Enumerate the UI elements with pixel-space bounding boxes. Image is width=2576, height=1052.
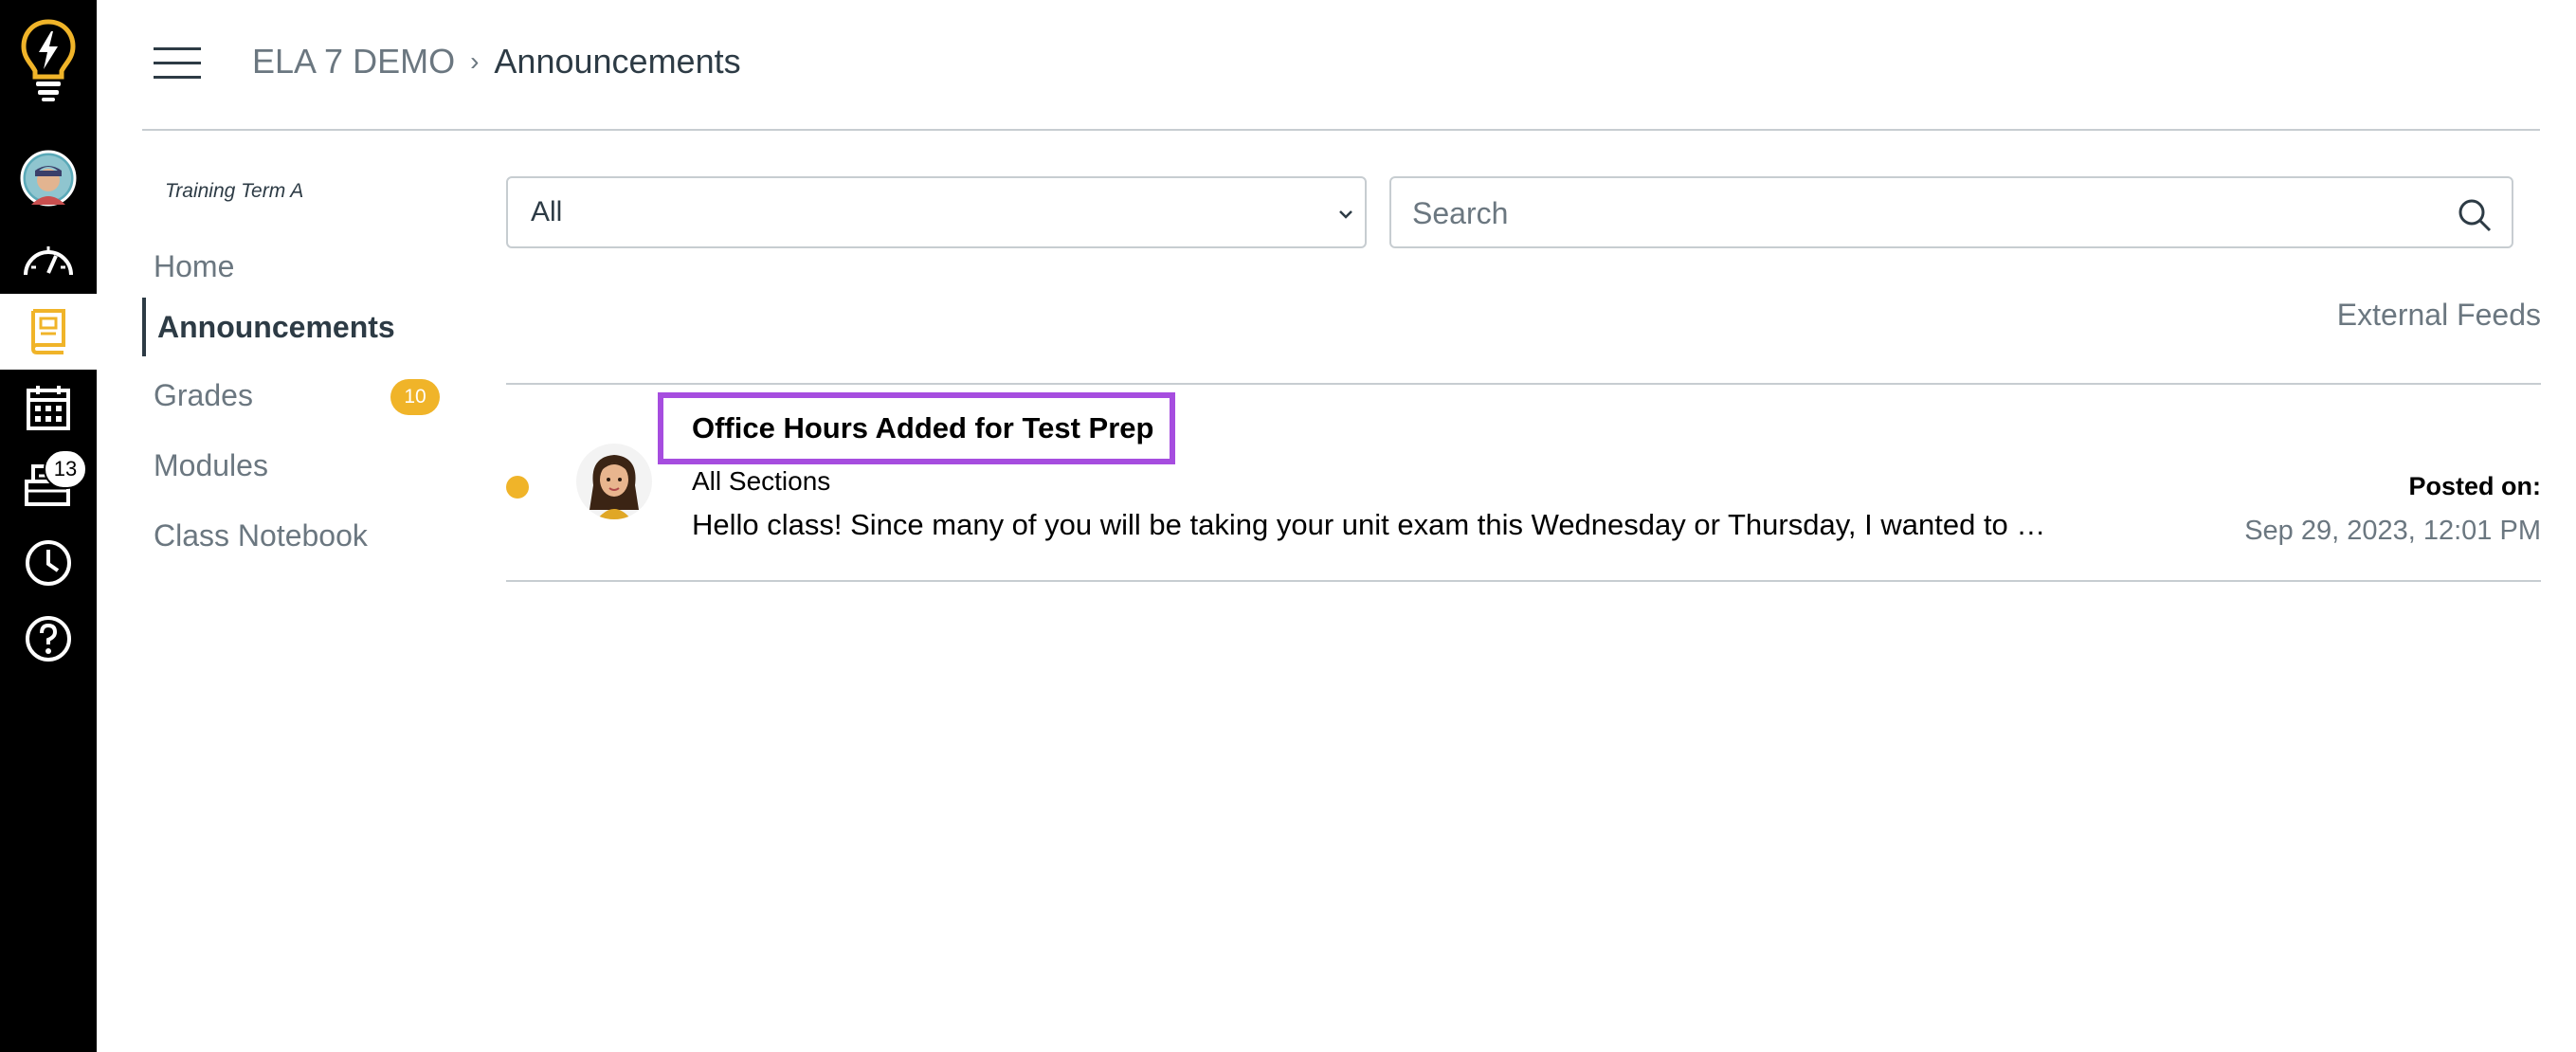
- chevron-down-icon: [1334, 201, 1357, 233]
- breadcrumb-course-link[interactable]: ELA 7 DEMO: [252, 42, 455, 82]
- user-avatar[interactable]: [0, 140, 97, 216]
- course-nav-label: Modules: [154, 447, 268, 482]
- course-nav-home[interactable]: Home: [142, 237, 455, 296]
- announcement-title-link[interactable]: Office Hours Added for Test Prep: [692, 411, 1153, 445]
- inbox-badge: 13: [44, 449, 87, 489]
- global-nav: 13: [0, 0, 97, 1052]
- help-icon[interactable]: [0, 601, 97, 677]
- course-nav-class-notebook[interactable]: Class Notebook: [142, 506, 455, 565]
- course-nav-label: Class Notebook: [154, 517, 368, 553]
- search-icon[interactable]: [2457, 197, 2493, 238]
- posted-on-label: Posted on:: [2408, 472, 2542, 500]
- announcement-list: Office Hours Added for Test Prep All Sec…: [506, 383, 2541, 582]
- search-box: [1389, 176, 2513, 248]
- course-nav-grades[interactable]: Grades 10: [142, 366, 455, 425]
- announcement-title-highlight: Office Hours Added for Test Prep: [658, 392, 1175, 464]
- breadcrumb: ELA 7 DEMO › Announcements: [252, 42, 741, 82]
- section-filter-select[interactable]: All: [506, 176, 1367, 248]
- course-nav-modules[interactable]: Modules: [142, 436, 455, 495]
- course-nav-label: Announcements: [157, 309, 395, 344]
- lightbulb-logo-icon[interactable]: [0, 13, 97, 108]
- hamburger-menu-icon[interactable]: [154, 45, 201, 80]
- courses-icon[interactable]: [0, 294, 97, 370]
- course-nav-label: Grades: [154, 377, 253, 412]
- announcement-sections: All Sections: [692, 466, 831, 496]
- author-avatar: [576, 444, 652, 519]
- term-label: Training Term A: [165, 180, 304, 202]
- search-input[interactable]: [1410, 188, 2438, 239]
- filter-selected-value: All: [531, 196, 563, 227]
- history-icon[interactable]: [0, 525, 97, 601]
- grades-badge: 10: [390, 379, 440, 415]
- dashboard-icon[interactable]: [0, 222, 97, 298]
- breadcrumb-current: Announcements: [494, 42, 741, 81]
- announcement-preview: Hello class! Since many of you will be t…: [692, 508, 2046, 541]
- posted-date: Sep 29, 2023, 12:01 PM: [2244, 516, 2541, 546]
- unread-indicator: [506, 476, 529, 499]
- breadcrumb-separator: ›: [470, 46, 480, 76]
- page-header: ELA 7 DEMO › Announcements: [142, 0, 2540, 131]
- course-nav-label: Home: [154, 248, 235, 283]
- external-feeds-link[interactable]: External Feeds: [2337, 298, 2541, 333]
- course-nav-announcements[interactable]: Announcements: [142, 298, 455, 356]
- calendar-icon[interactable]: [0, 370, 97, 445]
